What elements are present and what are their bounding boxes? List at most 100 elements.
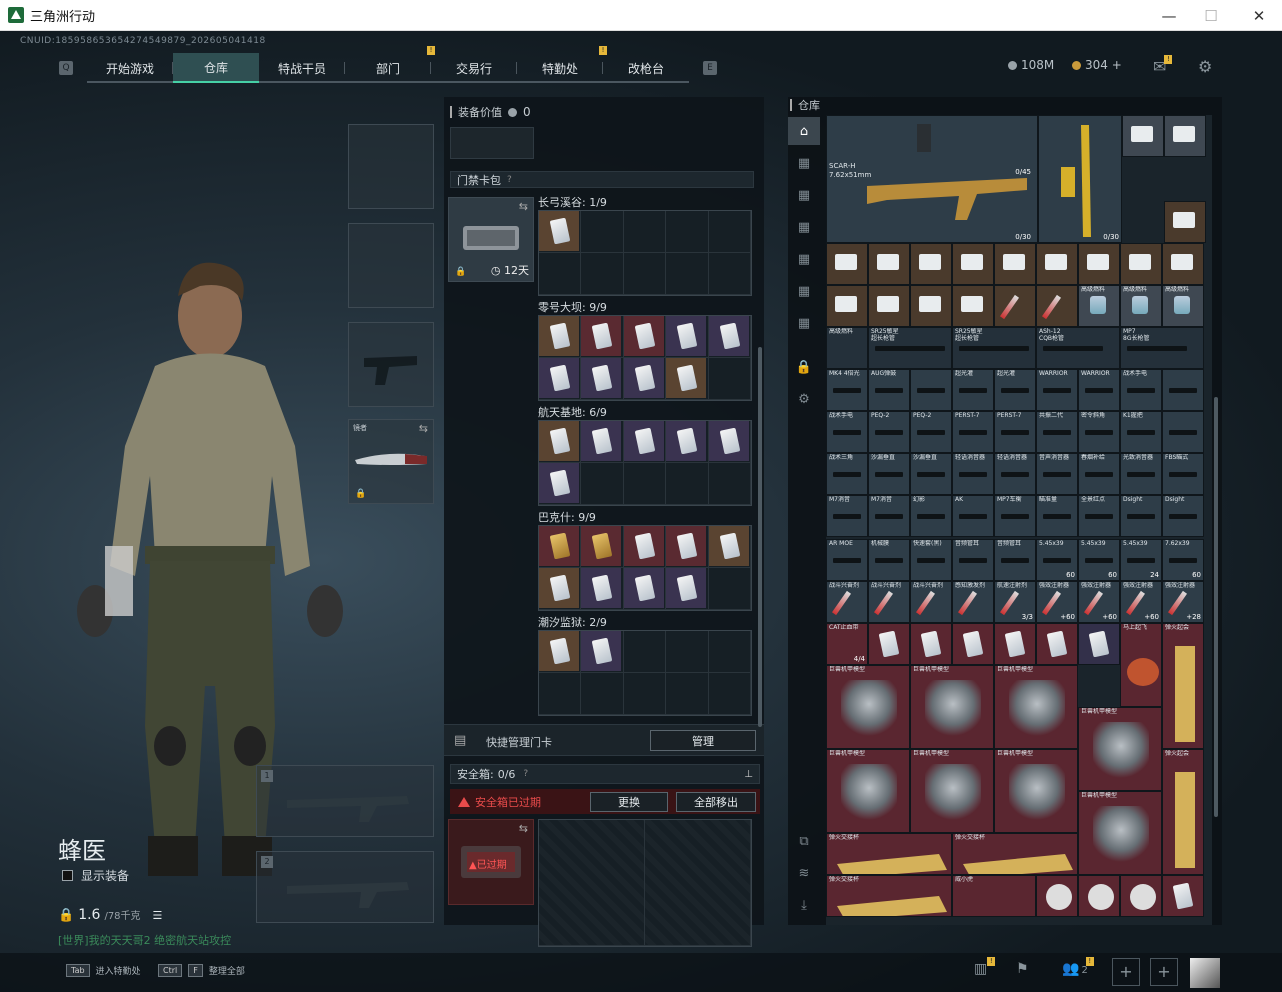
stack-icon[interactable]: ≋ xyxy=(788,859,820,887)
card-slot[interactable] xyxy=(623,526,667,568)
inventory-item[interactable]: 战斗兴奋剂 xyxy=(826,581,868,623)
card-pack-item[interactable]: ⇆ 🔒 ◷ 12天 xyxy=(448,197,534,282)
inventory-item[interactable]: 共振二代 xyxy=(1036,411,1078,453)
keycard-item[interactable] xyxy=(952,623,994,665)
gold-arm-item[interactable]: 弹火交接杯 xyxy=(826,875,952,917)
settings-icon[interactable]: ⚙ xyxy=(788,385,820,413)
card-slot[interactable] xyxy=(708,358,751,400)
inventory-item[interactable]: 高级燃料 xyxy=(1078,285,1120,327)
inventory-item[interactable]: 全景红点 xyxy=(1078,495,1120,537)
inventory-item[interactable]: 高级燃料 xyxy=(1162,285,1204,327)
inventory-item[interactable]: 音频管耳 xyxy=(952,539,994,581)
inventory-item[interactable]: 轻语消音器 xyxy=(994,453,1036,495)
card-slot[interactable] xyxy=(623,253,667,295)
card-slot[interactable] xyxy=(581,421,624,463)
nav-prev-icon[interactable]: Q xyxy=(59,61,73,75)
card-slot[interactable] xyxy=(708,211,751,253)
card-slot[interactable] xyxy=(666,211,709,253)
keycard-item[interactable] xyxy=(868,623,910,665)
change-button[interactable]: 更换 xyxy=(590,792,668,812)
keycard-item[interactable] xyxy=(623,358,664,398)
gold-arm-item[interactable]: 弹火交接杯 xyxy=(952,833,1078,875)
card-slot[interactable] xyxy=(581,463,624,505)
card-slot[interactable] xyxy=(623,463,667,505)
robot-model-item[interactable]: 巨兽机甲模型 xyxy=(910,665,994,749)
card-slot[interactable] xyxy=(539,568,582,610)
keycard-item[interactable] xyxy=(581,316,622,356)
inventory-item[interactable]: 快速套(黑) xyxy=(910,539,952,581)
card-item[interactable] xyxy=(1162,875,1204,917)
inventory-item[interactable]: 5.45x39 24 xyxy=(1120,539,1162,581)
robot-model-item[interactable]: 巨兽机甲模型 xyxy=(826,749,910,833)
inventory-item[interactable]: 强效注射器 +60 xyxy=(1036,581,1078,623)
keycard-item[interactable] xyxy=(623,526,664,566)
keycard-item[interactable] xyxy=(666,568,707,608)
inventory-item[interactable]: AUG弹鼓 xyxy=(868,369,910,411)
keycard-item[interactable] xyxy=(539,526,579,566)
tab-warehouse[interactable]: 仓库 xyxy=(173,53,259,83)
ash12-item[interactable]: ASh-12 CQB枪管 xyxy=(1036,327,1120,369)
inventory-item[interactable]: 轻语消音器 xyxy=(952,453,994,495)
keycard-item[interactable] xyxy=(581,526,622,566)
card-slot[interactable] xyxy=(708,316,751,358)
ball-item[interactable] xyxy=(1078,875,1120,917)
inventory-item[interactable] xyxy=(826,285,868,327)
swap-icon[interactable]: ⇆ xyxy=(519,200,528,213)
armor-slot[interactable] xyxy=(348,223,434,308)
inventory-item[interactable] xyxy=(868,285,910,327)
flag-icon[interactable]: ⚑ xyxy=(1016,961,1029,977)
gold-arm-item[interactable]: 弹火交接杯 xyxy=(826,833,952,875)
primary-weapon-slot-1[interactable]: 1 xyxy=(256,765,434,837)
add-teammate-button[interactable]: + xyxy=(1150,958,1178,986)
card-slot[interactable] xyxy=(539,253,582,295)
inventory-item[interactable]: 强效注射器 +60 xyxy=(1078,581,1120,623)
card-slot[interactable] xyxy=(708,673,751,715)
scar-h-item[interactable]: SCAR-H 7.62x51mm 0/45 0/30 xyxy=(826,115,1038,243)
inventory-item[interactable]: K1握把 xyxy=(1120,411,1162,453)
tab-trade[interactable]: 交易行 xyxy=(431,53,517,83)
keycard-item[interactable] xyxy=(539,316,579,356)
inventory-item[interactable]: WARRIOR xyxy=(1078,369,1120,411)
swap-icon[interactable]: ⇆ xyxy=(519,822,528,835)
card-slot[interactable] xyxy=(708,631,751,673)
inventory-item[interactable]: MK4 4倍光 xyxy=(826,369,868,411)
tab-special-ops[interactable]: 特勤处! xyxy=(517,46,607,83)
card-slot[interactable] xyxy=(708,421,751,463)
silver-currency[interactable]: 108M xyxy=(1008,58,1054,72)
keycard-item[interactable] xyxy=(708,316,749,356)
sr25-barrel-item[interactable]: SR25敏星 超长枪管 xyxy=(868,327,952,369)
scrollbar[interactable] xyxy=(1214,397,1218,817)
card-slot[interactable] xyxy=(623,316,667,358)
card-slot[interactable] xyxy=(666,316,709,358)
inventory-item[interactable] xyxy=(994,285,1036,327)
mp7-item[interactable]: MP7 8G长枪管 xyxy=(1120,327,1204,369)
keycard-item[interactable] xyxy=(994,623,1036,665)
keycard-item[interactable] xyxy=(623,316,664,356)
robot-model-item[interactable]: 巨兽机甲模型 xyxy=(994,749,1078,833)
ball-item[interactable] xyxy=(1036,875,1078,917)
keycard-item[interactable] xyxy=(581,568,622,608)
scrollbar[interactable] xyxy=(758,347,762,727)
inventory-item[interactable] xyxy=(910,243,952,285)
card-slot[interactable] xyxy=(623,673,667,715)
card-slot[interactable] xyxy=(666,568,709,610)
card-slot[interactable] xyxy=(539,631,582,673)
inventory-item[interactable] xyxy=(1162,243,1204,285)
cat-tourniquet-item[interactable]: CAT止血带 4/4 xyxy=(826,623,868,665)
robot-model-item[interactable]: 巨兽机甲模型 xyxy=(826,665,910,749)
safebox-slot[interactable] xyxy=(539,820,645,946)
inventory-item[interactable] xyxy=(1162,369,1204,411)
inventory-item[interactable]: 音声消音器 xyxy=(1036,453,1078,495)
inventory-item[interactable]: 沙漏垂直 xyxy=(910,453,952,495)
card-slot[interactable] xyxy=(581,358,624,400)
inventory-item[interactable]: MP7车衡 xyxy=(994,495,1036,537)
friends-icon[interactable]: 👥 2! xyxy=(1062,957,1094,977)
card-slot[interactable] xyxy=(666,631,709,673)
inventory-item[interactable]: 密令斜角 xyxy=(1078,411,1120,453)
inventory-item[interactable]: M7消音 xyxy=(826,495,868,537)
sr25-barrel-item[interactable]: SR25敏星 超长枪管 xyxy=(952,327,1036,369)
keycard-item[interactable] xyxy=(581,358,622,398)
keycard-item[interactable] xyxy=(581,421,622,461)
keycard-item[interactable] xyxy=(666,421,707,461)
inventory-item[interactable]: 幻影 xyxy=(910,495,952,537)
